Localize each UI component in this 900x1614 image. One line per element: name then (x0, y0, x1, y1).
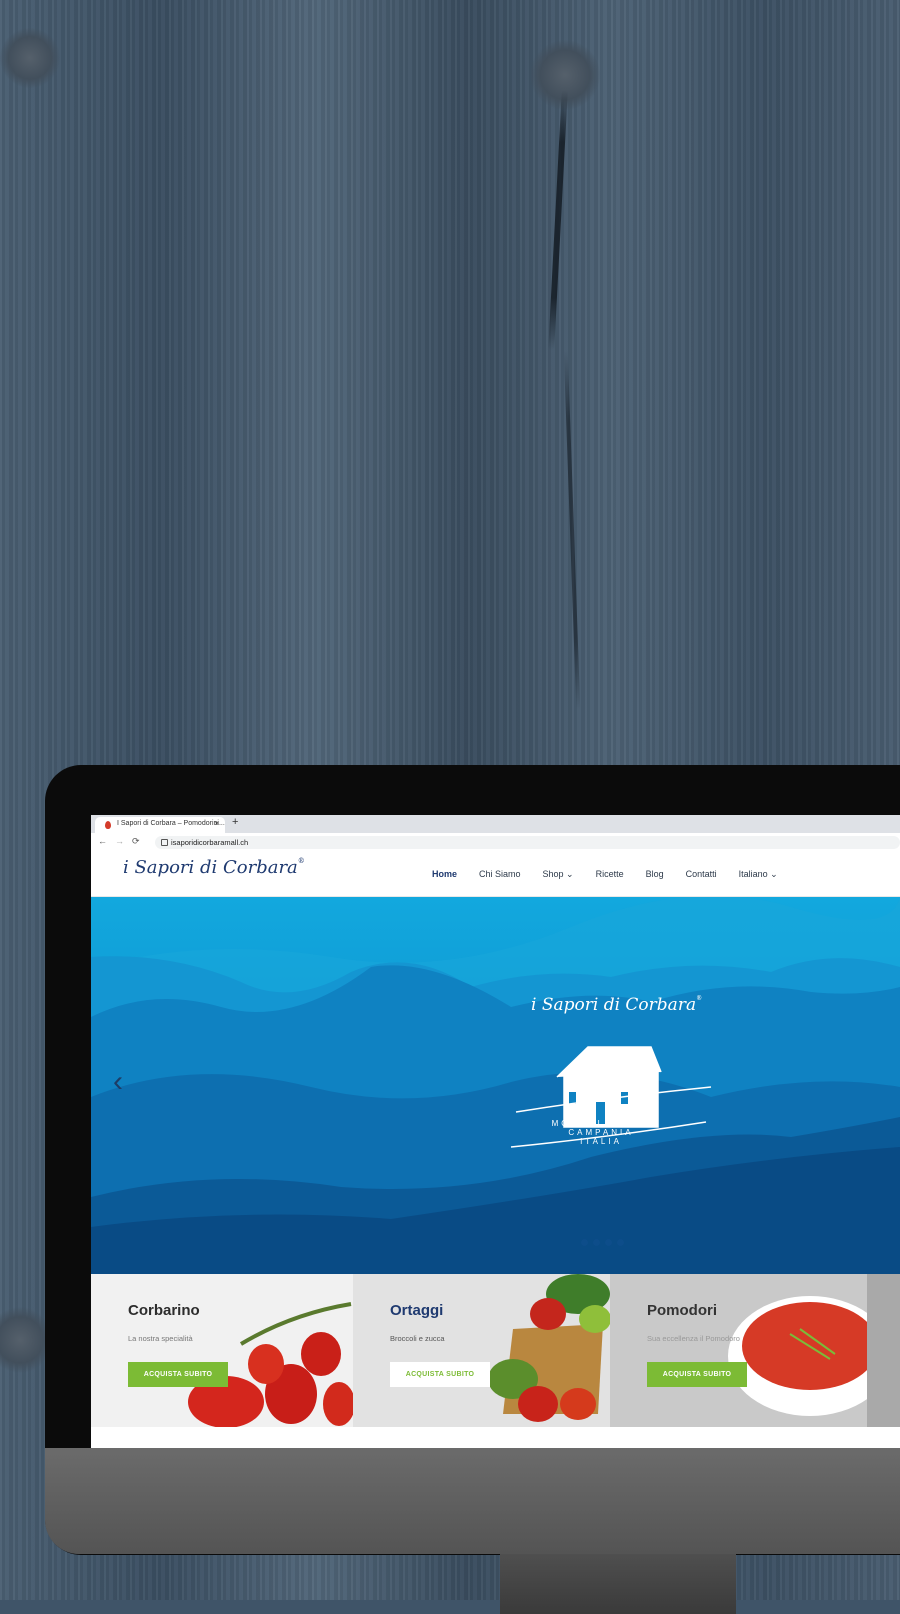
monitor-chin (45, 1448, 900, 1554)
slider-dot[interactable] (593, 1239, 600, 1246)
registered-mark: ® (696, 995, 703, 1002)
product-title: Ortaggi (390, 1302, 444, 1319)
site-header: i Sapori di Corbara® Home Chi Siamo Shop… (91, 851, 900, 897)
logo-text: i Sapori di Corbara (123, 857, 298, 878)
mountain-landscape (91, 897, 900, 1274)
nav-item-contatti[interactable]: Contatti (686, 869, 717, 880)
language-selector[interactable]: Italiano ⌄ (739, 869, 778, 880)
registered-mark: ® (297, 857, 305, 865)
product-card-partial (867, 1274, 900, 1427)
hero-slider: i Sapori di Corbara® MONTI LATTARI CAMPA… (91, 897, 900, 1274)
nav-item-shop[interactable]: Shop ⌄ (543, 869, 574, 880)
hero-logo-text: i Sapori di Corbara (531, 995, 697, 1015)
product-card-pomodori: Pomodori Sua eccellenza il Pomodoro ACQU… (610, 1274, 867, 1427)
tagline-line: ITALIA (580, 1137, 622, 1146)
monitor-stand (500, 1554, 736, 1614)
close-icon[interactable]: × (214, 819, 219, 828)
nav-item-blog[interactable]: Blog (646, 869, 664, 880)
main-navigation: Home Chi Siamo Shop ⌄ Ricette Blog Conta… (432, 869, 800, 880)
product-card-ortaggi: Ortaggi Broccoli e zucca ACQUISTA SUBITO (353, 1274, 610, 1427)
slider-pagination (581, 1239, 624, 1246)
back-arrow-icon[interactable]: ← (98, 836, 107, 846)
vegetables-basket-image (488, 1274, 610, 1422)
product-subtitle: Sua eccellenza il Pomodoro (647, 1334, 740, 1343)
monitor-screen: I Sapori di Corbara – Pomodorini... × + … (91, 815, 900, 1448)
product-title: Corbarino (128, 1302, 200, 1319)
wood-knot (0, 28, 60, 88)
slider-dot[interactable] (581, 1239, 588, 1246)
browser-tab[interactable]: I Sapori di Corbara – Pomodorini... × (95, 817, 225, 833)
browser-tab-bar: I Sapori di Corbara – Pomodorini... × + (91, 815, 900, 833)
url-text: isaporidicorbaramall.ch (171, 838, 249, 847)
product-title: Pomodori (647, 1302, 717, 1319)
hero-logo: i Sapori di Corbara® (531, 995, 702, 1015)
product-strip: Corbarino La nostra specialità ACQUISTA … (91, 1274, 900, 1448)
tomatoes-image (188, 1302, 353, 1427)
buy-now-button[interactable]: ACQUISTA SUBITO (128, 1362, 228, 1387)
tagline-line: CAMPANIA (568, 1128, 634, 1137)
lock-icon (161, 839, 168, 846)
slider-prev-arrow-icon[interactable]: ‹ (113, 1067, 123, 1097)
buy-now-button[interactable]: ACQUISTA SUBITO (647, 1362, 747, 1387)
reload-icon[interactable]: ⟳ (132, 836, 140, 847)
tagline-line: MONTI LATTARI (551, 1119, 651, 1128)
product-subtitle: La nostra specialità (128, 1334, 193, 1343)
site-logo[interactable]: i Sapori di Corbara® (123, 857, 305, 878)
browser-address-bar: ← → ⟳ isaporidicorbaramall.ch (91, 833, 900, 852)
hero-tagline: MONTI LATTARI CAMPANIA ITALIA (531, 1119, 671, 1146)
slider-dot[interactable] (605, 1239, 612, 1246)
nav-item-ricette[interactable]: Ricette (596, 869, 624, 880)
nav-item-home[interactable]: Home (432, 869, 457, 880)
new-tab-icon[interactable]: + (232, 816, 238, 828)
tab-title: I Sapori di Corbara – Pomodorini... (117, 820, 225, 827)
forward-arrow-icon[interactable]: → (115, 836, 124, 846)
url-field[interactable]: isaporidicorbaramall.ch (155, 836, 900, 849)
slider-dot[interactable] (617, 1239, 624, 1246)
nav-item-chi-siamo[interactable]: Chi Siamo (479, 869, 521, 880)
tomato-soup-image (728, 1296, 867, 1416)
buy-now-button[interactable]: ACQUISTA SUBITO (390, 1362, 490, 1387)
product-card-corbarino: Corbarino La nostra specialità ACQUISTA … (91, 1274, 353, 1427)
product-subtitle: Broccoli e zucca (390, 1334, 445, 1343)
favicon-icon (105, 821, 111, 829)
